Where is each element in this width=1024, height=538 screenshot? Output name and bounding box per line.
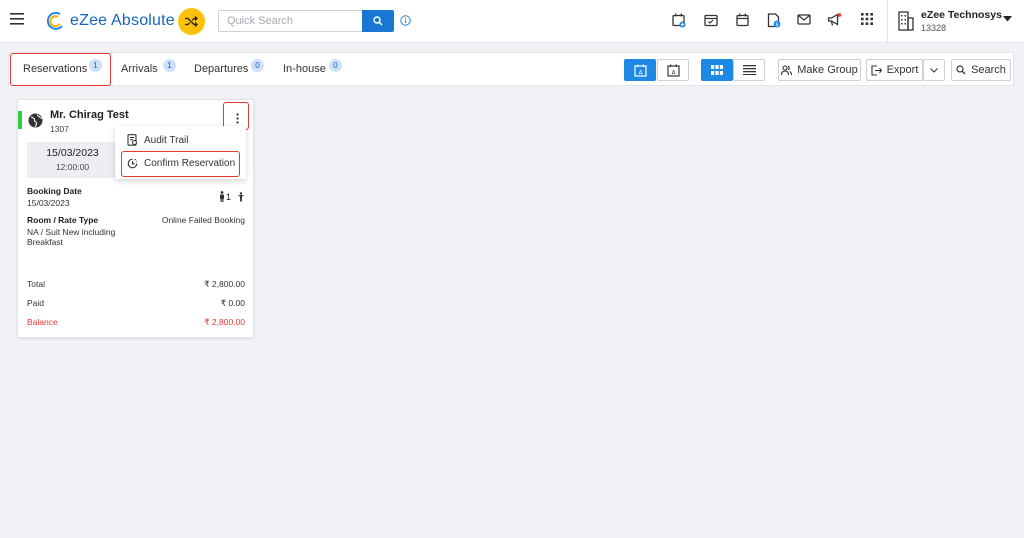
- mail-icon[interactable]: [797, 13, 811, 26]
- booking-source: Online Failed Booking: [161, 215, 245, 225]
- ezee-logo-icon: [46, 11, 63, 30]
- list-icon: [742, 65, 756, 75]
- departure-view-button[interactable]: A: [657, 59, 689, 81]
- booking-date-label: Booking Date: [27, 186, 82, 196]
- guest-name[interactable]: Mr. Chirag Test: [50, 109, 129, 121]
- export-button[interactable]: Export: [866, 59, 923, 81]
- room-rate-type: NA / Suit New including Breakfast: [27, 227, 116, 247]
- child-icon: [238, 191, 244, 201]
- arrival-view-button[interactable]: A: [624, 59, 656, 81]
- quick-search-input[interactable]: [218, 10, 362, 32]
- hamburger-menu-icon[interactable]: [10, 13, 24, 25]
- svg-text:$: $: [775, 22, 778, 28]
- make-group-label: Make Group: [797, 64, 858, 76]
- audit-trail-icon: [127, 134, 137, 146]
- adult-icon: [220, 191, 224, 202]
- balance-amount: ₹ 2,800.00: [204, 317, 245, 327]
- export-dropdown-button[interactable]: [923, 59, 945, 81]
- grid-icon: [711, 65, 723, 75]
- megaphone-icon[interactable]: [827, 13, 842, 27]
- tab-badge: 1: [163, 59, 176, 72]
- calendar-d-icon: A: [666, 64, 680, 77]
- arrival-date: 15/03/2023: [46, 147, 99, 159]
- confirm-clock-icon: [127, 158, 138, 168]
- total-amount: ₹ 2,800.00: [204, 279, 245, 289]
- document-dollar-icon[interactable]: $: [767, 13, 781, 28]
- calendar-add-icon[interactable]: [672, 13, 686, 28]
- search-label: Search: [971, 64, 1006, 76]
- booking-date: 15/03/2023: [27, 198, 70, 208]
- info-icon[interactable]: [400, 15, 411, 26]
- guest-count: 1: [219, 191, 244, 202]
- search-button[interactable]: Search: [951, 59, 1011, 81]
- calendar-a-icon: A: [633, 64, 647, 77]
- tab-label: Reservations: [23, 63, 88, 75]
- export-icon: [871, 64, 882, 76]
- app-name: eZee Absolute: [70, 12, 175, 29]
- tab-label: Arrivals: [121, 63, 158, 75]
- menu-item-label: Audit Trail: [144, 134, 189, 146]
- tab-reservations[interactable]: Reservations: [23, 53, 87, 85]
- arrival-date-box: 15/03/2023 12:00:00: [27, 142, 118, 178]
- room-rate-label: Room / Rate Type: [27, 215, 99, 225]
- globe-icon: [28, 113, 43, 128]
- search-icon: [956, 65, 966, 75]
- tab-badge: 0: [329, 59, 342, 72]
- total-label: Total: [27, 279, 45, 289]
- menu-item-label: Confirm Reservation: [144, 157, 236, 169]
- top-navbar: eZee Absolute $ eZee Technosys 13328: [0, 0, 1024, 43]
- search-icon: [373, 16, 383, 26]
- grid-view-button[interactable]: [701, 59, 733, 81]
- room-number: 1307: [50, 124, 69, 134]
- app-logo[interactable]: eZee Absolute: [46, 11, 175, 31]
- quick-search-button[interactable]: [362, 10, 394, 32]
- shuffle-icon: [185, 16, 198, 27]
- navbar-divider: [887, 0, 888, 43]
- paid-amount: ₹ 0.00: [220, 298, 245, 308]
- balance-label: Balance: [27, 317, 58, 327]
- calendar-check-icon[interactable]: [704, 13, 718, 27]
- calendar-icon[interactable]: [736, 13, 749, 27]
- kebab-menu-icon: [235, 112, 239, 124]
- tab-badge: 1: [89, 59, 102, 72]
- tab-departures[interactable]: Departures: [194, 53, 248, 85]
- tab-badge: 0: [251, 59, 264, 72]
- tab-in-house[interactable]: In-house: [283, 53, 326, 85]
- arrival-time: 12:00:00: [55, 162, 90, 172]
- paid-label: Paid: [27, 298, 45, 308]
- card-action-menu: Audit Trail Confirm Reservation: [115, 126, 246, 179]
- make-group-button[interactable]: Make Group: [778, 59, 861, 81]
- chevron-down-icon: [930, 67, 938, 73]
- confirm-reservation-menu-item[interactable]: Confirm Reservation: [115, 152, 246, 174]
- company-name[interactable]: eZee Technosys: [921, 9, 1002, 21]
- shuffle-button[interactable]: [178, 8, 205, 35]
- caret-down-icon[interactable]: [1003, 16, 1012, 22]
- export-label: Export: [886, 64, 919, 76]
- list-view-button[interactable]: [733, 59, 765, 81]
- reservation-tab-bar: Reservations 1 Arrivals 1 Departures 0 I…: [8, 52, 1014, 86]
- apps-grid-icon[interactable]: [861, 13, 873, 25]
- group-icon: [781, 64, 793, 75]
- tab-arrivals[interactable]: Arrivals: [121, 53, 158, 85]
- status-indicator: [18, 111, 22, 129]
- audit-trail-menu-item[interactable]: Audit Trail: [115, 129, 246, 151]
- adult-count: 1: [226, 191, 232, 202]
- building-icon: [898, 11, 914, 31]
- company-id: 13328: [921, 23, 947, 33]
- tab-label: In-house: [283, 63, 326, 75]
- tab-label: Departures: [194, 63, 249, 75]
